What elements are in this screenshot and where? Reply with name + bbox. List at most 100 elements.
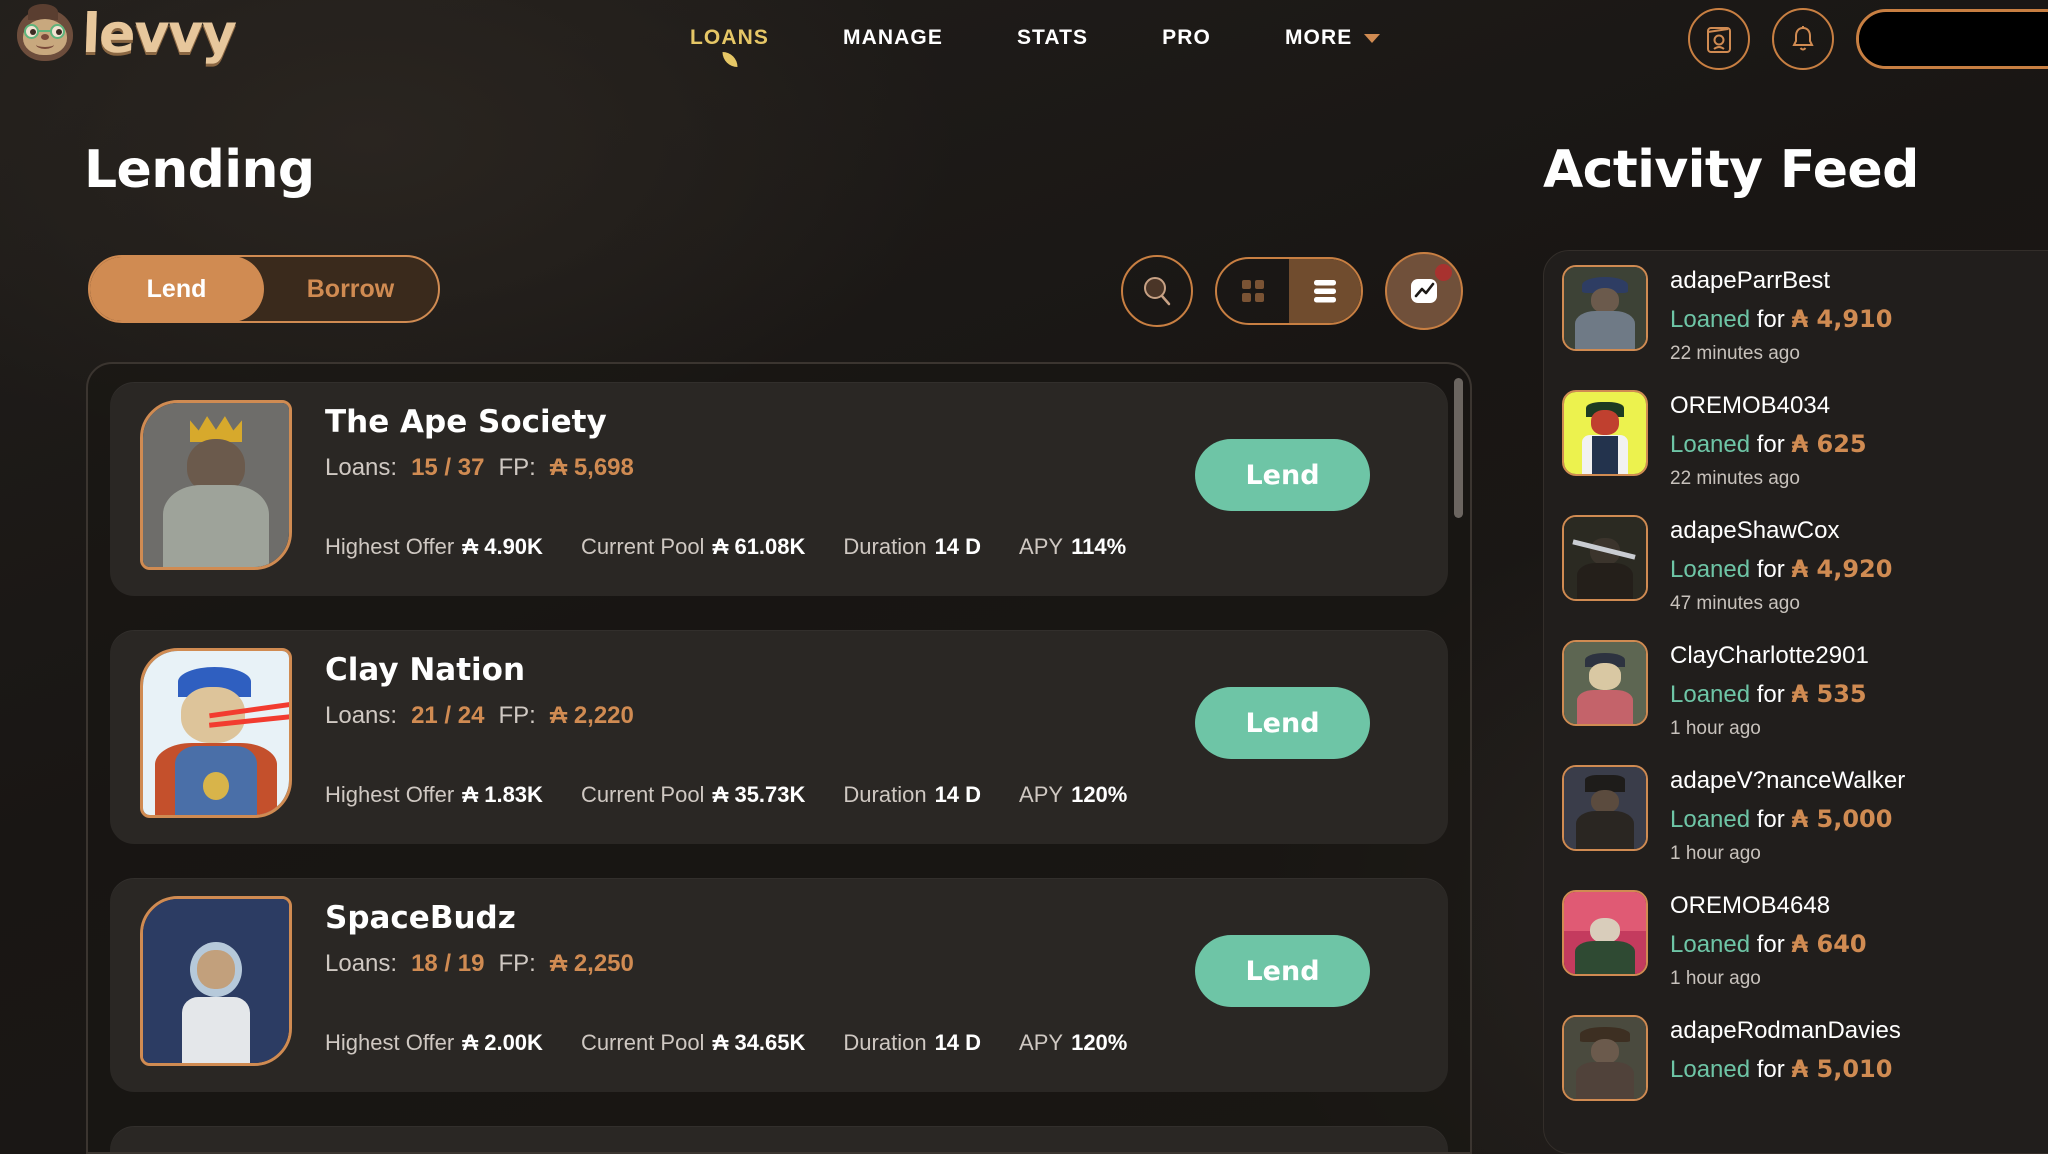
nav-item-more-label: MORE [1284, 26, 1353, 49]
activity-user: adapeRodmanDavies [1670, 1017, 1901, 1044]
apy-label: APY [1019, 782, 1064, 807]
lend-borrow-toggle[interactable]: Lend Borrow [88, 255, 440, 323]
activity-for-label: for [1756, 306, 1785, 333]
lend-button[interactable]: Lend [1195, 439, 1370, 511]
loan-card[interactable]: Clay Nation Loans: 21 / 24 FP: ₳ 2,220 H… [110, 630, 1448, 844]
activity-timestamp: 1 hour ago [1670, 843, 1761, 864]
loans-label: Loans: [325, 702, 398, 729]
brand-logo[interactable]: levvy [14, 2, 236, 65]
apy-label: APY [1019, 1030, 1064, 1055]
collection-summary: Loans: 15 / 37 FP: ₳ 5,698 [325, 454, 634, 482]
loan-card-partial[interactable] [110, 1126, 1448, 1152]
activity-timestamp: 22 minutes ago [1670, 343, 1800, 364]
activity-item[interactable]: adapeRodmanDavies Loaned for ₳ 5,010 [1544, 1001, 2048, 1126]
activity-item[interactable]: adapeParrBest Loaned for ₳ 4,910 22 minu… [1544, 251, 2048, 376]
activity-action: Loaned for ₳ 640 [1670, 930, 1867, 959]
loan-list-scrollbar[interactable] [1454, 378, 1463, 518]
activity-item[interactable]: adapeV?nanceWalker Loaned for ₳ 5,000 1 … [1544, 751, 2048, 876]
activity-action: Loaned for ₳ 535 [1670, 680, 1869, 709]
nav-item-loans[interactable]: LOANS [690, 26, 769, 67]
activity-user: OREMOB4648 [1670, 892, 1831, 919]
view-mode-toggle[interactable] [1215, 257, 1363, 325]
highest-offer-label: Highest Offer [325, 534, 455, 559]
current-pool-label: Current Pool [580, 534, 705, 559]
toggle-option-borrow[interactable]: Borrow [263, 257, 438, 321]
activity-timestamp: 1 hour ago [1670, 718, 1761, 739]
fp-value: ₳ 5,698 [549, 454, 634, 481]
activity-amount: ₳ 5,010 [1791, 1055, 1893, 1083]
list-view-icon [1314, 280, 1336, 303]
activity-amount: ₳ 535 [1791, 680, 1867, 708]
page-title: Lending [84, 140, 315, 200]
activity-action-label: Loaned [1670, 306, 1751, 333]
apy-value: 120% [1071, 782, 1128, 807]
activity-item[interactable]: OREMOB4034 Loaned for ₳ 625 22 minutes a… [1544, 376, 2048, 501]
activity-action-label: Loaned [1670, 931, 1751, 958]
apy-value: 120% [1071, 1030, 1128, 1055]
nav-item-loans-label: LOANS [690, 26, 769, 49]
list-view-button[interactable] [1289, 259, 1361, 323]
wallet-id-icon-button[interactable] [1688, 8, 1750, 70]
lend-button[interactable]: Lend [1195, 935, 1370, 1007]
activity-item[interactable]: ClayCharlotte2901 Loaned for ₳ 535 1 hou… [1544, 626, 2048, 751]
current-pool-value: ₳ 61.08K [712, 534, 806, 559]
activity-item[interactable]: OREMOB4648 Loaned for ₳ 640 1 hour ago [1544, 876, 2048, 1001]
activity-for-label: for [1756, 1056, 1785, 1083]
nav-item-manage[interactable]: MANAGE [843, 26, 943, 50]
activity-action: Loaned for ₳ 5,000 [1670, 805, 1905, 834]
fp-label: FP: [498, 454, 536, 481]
chevron-down-icon [1364, 33, 1381, 43]
current-pool-value: ₳ 35.73K [712, 782, 806, 807]
lend-button[interactable]: Lend [1195, 687, 1370, 759]
current-pool-label: Current Pool [580, 1030, 705, 1055]
collection-avatar [140, 648, 292, 818]
grid-view-button[interactable] [1217, 259, 1289, 323]
activity-user: adapeParrBest [1670, 267, 1831, 294]
apy-label: APY [1019, 534, 1064, 559]
search-button[interactable] [1121, 255, 1193, 327]
activity-for-label: for [1756, 681, 1785, 708]
activity-action-label: Loaned [1670, 806, 1751, 833]
activity-avatar [1562, 265, 1648, 351]
duration-value: 14 D [934, 534, 982, 559]
activity-action-label: Loaned [1670, 431, 1751, 458]
highest-offer-value: ₳ 2.00K [462, 1030, 543, 1055]
activity-for-label: for [1756, 556, 1785, 583]
loan-card[interactable]: The Ape Society Loans: 15 / 37 FP: ₳ 5,6… [110, 382, 1448, 596]
notification-bell-button[interactable] [1772, 8, 1834, 70]
apy-value: 114% [1071, 534, 1127, 559]
sloth-logo-icon [14, 3, 76, 65]
collection-avatar [140, 400, 292, 570]
grid-view-icon [1242, 280, 1264, 302]
nav-links: LOANS MANAGE STATS PRO MORE [690, 0, 1381, 76]
nav-item-pro[interactable]: PRO [1162, 26, 1211, 50]
notification-bell-icon [1792, 26, 1814, 51]
fp-label: FP: [498, 950, 536, 977]
highest-offer-value: ₳ 1.83K [462, 782, 543, 807]
toggle-option-lend[interactable]: Lend [90, 257, 264, 321]
current-pool-value: ₳ 34.65K [712, 1030, 806, 1055]
loan-card[interactable]: SpaceBudz Loans: 18 / 19 FP: ₳ 2,250 Hig… [110, 878, 1448, 1092]
activity-for-label: for [1756, 431, 1785, 458]
activity-avatar [1562, 1015, 1648, 1101]
activity-avatar [1562, 515, 1648, 601]
nav-item-more[interactable]: MORE [1284, 26, 1381, 50]
duration-label: Duration [843, 534, 927, 559]
loan-list: The Ape Society Loans: 15 / 37 FP: ₳ 5,6… [88, 364, 1470, 1152]
wallet-address-pill[interactable] [1856, 9, 2048, 69]
activity-feed-title: Activity Feed [1543, 140, 1919, 200]
nav-item-stats[interactable]: STATS [1017, 26, 1088, 50]
analytics-button[interactable] [1385, 252, 1463, 330]
collection-name: SpaceBudz [325, 900, 516, 936]
activity-for-label: for [1756, 806, 1785, 833]
collection-name: The Ape Society [325, 404, 607, 440]
loan-stats-row: Highest Offer ₳ 4.90K Current Pool ₳ 61.08… [325, 534, 1126, 560]
fp-label: FP: [498, 702, 536, 729]
activity-for-label: for [1756, 931, 1785, 958]
loan-list-panel: The Ape Society Loans: 15 / 37 FP: ₳ 5,6… [86, 362, 1472, 1154]
nav-right-actions [1688, 8, 2048, 70]
activity-user: adapeShawCox [1670, 517, 1840, 544]
activity-action: Loaned for ₳ 4,910 [1670, 305, 1892, 334]
activity-action: Loaned for ₳ 4,920 [1670, 555, 1892, 584]
activity-item[interactable]: adapeShawCox Loaned for ₳ 4,920 47 minut… [1544, 501, 2048, 626]
